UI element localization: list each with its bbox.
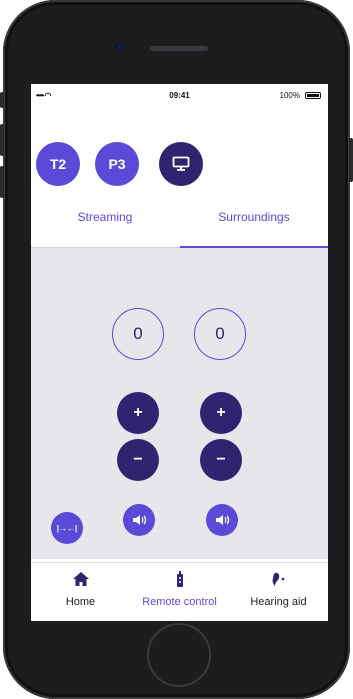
program-t2-button[interactable]: T2	[36, 142, 80, 186]
status-bar: •••• ◠ 09:41 100%	[31, 84, 328, 106]
left-volume-down-button[interactable]: −	[117, 439, 159, 481]
nav-hearing-aid[interactable]: Hearing aid	[229, 563, 328, 621]
nav-remote-control[interactable]: Remote control	[130, 563, 229, 621]
phone-frame: •••• ◠ 09:41 100% T2 P3 Streaming Surrou…	[0, 0, 353, 699]
home-icon	[72, 572, 89, 586]
app-screen: •••• ◠ 09:41 100% T2 P3 Streaming Surrou…	[31, 84, 328, 621]
tv-icon	[172, 156, 190, 171]
right-volume-up-button[interactable]: +	[200, 392, 242, 434]
battery-percentage: 100%	[279, 91, 300, 100]
right-volume-display: 0	[194, 308, 246, 360]
split-volume-button[interactable]: |→←|	[51, 512, 83, 544]
left-speaker-button[interactable]	[123, 504, 155, 536]
front-camera	[115, 43, 124, 52]
remote-icon	[176, 571, 183, 587]
split-arrows-icon: |→←|	[56, 523, 78, 533]
speaker-icon	[133, 515, 147, 525]
home-button[interactable]	[147, 623, 211, 687]
nav-home[interactable]: Home	[31, 563, 130, 621]
right-speaker-button[interactable]	[206, 504, 238, 536]
left-volume-display: 0	[112, 308, 164, 360]
earpiece-speaker	[150, 46, 208, 51]
volume-down-side-button	[0, 166, 4, 198]
tab-surroundings[interactable]: Surroundings	[180, 202, 328, 238]
right-volume-down-button[interactable]: −	[200, 439, 242, 481]
volume-panel: 0 0 + + − − |→←|	[31, 248, 328, 559]
bottom-navigation: Home Remote control Hearing aid	[31, 562, 328, 621]
nav-hearing-aid-label: Hearing aid	[250, 596, 307, 608]
nav-remote-control-label: Remote control	[142, 596, 217, 608]
power-side-button	[349, 138, 353, 182]
tab-streaming[interactable]: Streaming	[31, 202, 179, 238]
battery-icon	[305, 92, 321, 99]
speaker-icon	[216, 515, 230, 525]
hearing-aid-icon	[272, 572, 284, 586]
program-tv-button[interactable]	[159, 142, 203, 186]
silent-switch	[0, 92, 4, 108]
nav-home-label: Home	[65, 596, 96, 608]
volume-up-side-button	[0, 124, 4, 156]
tab-bar: Streaming Surroundings	[31, 202, 328, 238]
program-p3-button[interactable]: P3	[95, 142, 139, 186]
left-volume-up-button[interactable]: +	[117, 392, 159, 434]
